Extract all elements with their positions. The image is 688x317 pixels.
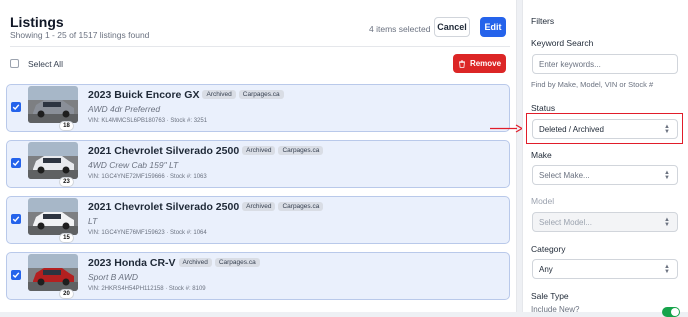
listing-vin-stock: VIN: 1GC4YNE72MF159666 · Stock #: 1063 — [88, 174, 207, 180]
red-arrow-annotation — [490, 124, 523, 133]
listing-vin-stock: VIN: KL4MMCSL6PB180763 · Stock #: 3251 — [88, 118, 208, 124]
chevron-updown-icon: ▲ ▼ — [664, 170, 670, 181]
photo-count-badge: 20 — [59, 289, 74, 299]
photo-count-badge: 23 — [59, 177, 74, 187]
category-value: Any — [539, 264, 553, 274]
listing-vin-stock: VIN: 1GC4YNE76MF159623 · Stock #: 1064 — [88, 230, 207, 236]
listing-photo[interactable] — [28, 198, 78, 235]
listing-trim: AWD 4dr Preferred — [88, 104, 161, 114]
listing-card[interactable]: 20 2023 Honda CR-V Archived Carpages.ca Sp… — [6, 252, 510, 300]
highlight-box-annotation — [526, 113, 683, 144]
listing-card[interactable]: 15 2021 Chevrolet Silverado 2500 Archived… — [6, 196, 510, 244]
listing-photo[interactable] — [28, 86, 78, 123]
status-tag: Archived — [242, 202, 276, 211]
chevron-updown-icon: ▲ ▼ — [664, 264, 670, 275]
make-value: Select Make... — [539, 170, 590, 180]
photo-count: 23 — [63, 179, 70, 185]
listing-checkbox[interactable] — [11, 270, 21, 280]
car-image — [28, 198, 78, 235]
listing-trim: Sport B AWD — [88, 272, 139, 282]
car-image — [28, 86, 78, 123]
cancel-button[interactable]: Cancel — [434, 17, 470, 37]
listing-title-text: 2023 Buick Encore GX — [88, 89, 200, 101]
check-icon — [12, 104, 20, 111]
car-image — [28, 142, 78, 179]
photo-count-badge: 18 — [59, 121, 74, 131]
check-icon — [12, 216, 20, 223]
make-label: Make — [531, 150, 552, 160]
filters-title: Filters — [531, 16, 555, 26]
include-new-label: Include New? — [531, 305, 580, 314]
select-all-label[interactable]: Select All — [28, 59, 63, 69]
edit-button[interactable]: Edit — [480, 17, 506, 37]
photo-count: 20 — [63, 291, 70, 297]
status-tag: Archived — [242, 146, 276, 155]
keyword-label: Keyword Search — [531, 38, 594, 48]
listing-photo[interactable] — [28, 142, 78, 179]
listing-title[interactable]: 2021 Chevrolet Silverado 2500 Archived Car… — [88, 201, 324, 213]
keyword-placeholder: Enter keywords... — [539, 59, 601, 69]
keyword-hint: Find by Make, Model, VIN or Stock # — [531, 80, 654, 89]
listing-title-text: 2021 Chevrolet Silverado 2500 — [88, 145, 240, 157]
model-value: Select Model... — [539, 217, 592, 227]
listing-trim: LT — [88, 216, 98, 226]
listing-checkbox[interactable] — [11, 214, 21, 224]
remove-label: Remove — [469, 59, 502, 68]
results-summary: Showing 1 - 25 of 1517 listings found — [10, 30, 150, 40]
listing-title-text: 2021 Chevrolet Silverado 2500 — [88, 201, 240, 213]
category-label: Category — [531, 244, 566, 254]
source-tag: Carpages.ca — [238, 90, 284, 99]
listing-title[interactable]: 2021 Chevrolet Silverado 2500 Archived Car… — [88, 145, 324, 157]
status-tag: Archived — [178, 258, 212, 267]
listing-checkbox[interactable] — [11, 158, 21, 168]
listing-vin-stock: VIN: 2HKRS4H54PH112158 · Stock #: 8109 — [88, 286, 206, 292]
make-select[interactable]: Select Make... ▲ ▼ — [532, 165, 678, 185]
include-new-toggle[interactable] — [662, 307, 680, 317]
listing-title[interactable]: 2023 Buick Encore GX Archived Carpages.ca — [88, 89, 284, 101]
listing-trim: 4WD Crew Cab 159" LT — [88, 160, 179, 170]
photo-count: 18 — [63, 123, 70, 129]
category-select[interactable]: Any ▲ ▼ — [532, 259, 678, 279]
keyword-search-input[interactable]: Enter keywords... — [532, 54, 678, 74]
listings-panel: Listings Showing 1 - 25 of 1517 listings… — [0, 0, 517, 312]
sale-type-label: Sale Type — [531, 291, 569, 301]
photo-count-badge: 15 — [59, 233, 74, 243]
page-title: Listings — [10, 14, 64, 30]
source-tag: Carpages.ca — [214, 258, 260, 267]
selected-count: 4 items selected — [369, 24, 431, 34]
listing-checkbox[interactable] — [11, 102, 21, 112]
model-label: Model — [531, 196, 555, 206]
photo-count: 15 — [63, 235, 70, 241]
source-tag: Carpages.ca — [278, 202, 324, 211]
trash-icon — [459, 59, 465, 68]
check-icon — [12, 160, 20, 167]
chevron-updown-icon: ▲ ▼ — [664, 217, 670, 228]
source-tag: Carpages.ca — [278, 146, 324, 155]
check-icon — [12, 272, 20, 279]
listing-title-text: 2023 Honda CR-V — [88, 257, 176, 269]
listing-card[interactable]: 23 2021 Chevrolet Silverado 2500 Archived… — [6, 140, 510, 188]
remove-button[interactable]: Remove — [453, 54, 506, 73]
listing-card[interactable]: 18 2023 Buick Encore GX Archived Carpages.… — [6, 84, 510, 132]
car-image — [28, 254, 78, 291]
status-label: Status — [531, 103, 556, 113]
listing-photo[interactable] — [28, 254, 78, 291]
select-all-checkbox[interactable] — [10, 59, 19, 68]
header-divider — [10, 46, 510, 47]
listing-title[interactable]: 2023 Honda CR-V Archived Carpages.ca — [88, 257, 260, 269]
status-tag: Archived — [202, 90, 236, 99]
model-select: Select Model... ▲ ▼ — [532, 212, 678, 232]
